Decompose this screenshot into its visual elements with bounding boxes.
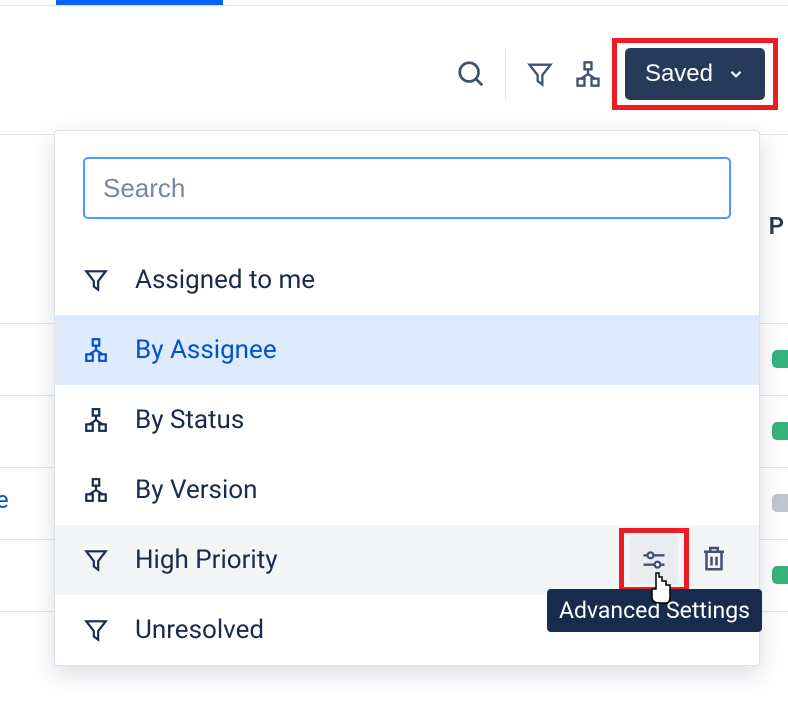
status-pill: [772, 566, 788, 584]
filter-item-high-priority[interactable]: High Priority Advanced Settings: [55, 525, 759, 595]
filter-item-by-status[interactable]: By Status: [55, 385, 759, 455]
filter-item-label: High Priority: [135, 545, 278, 575]
filter-item-assigned-to-me[interactable]: Assigned to me: [55, 245, 759, 315]
filter-item-label: By Status: [135, 405, 244, 435]
filter-list: Assigned to me By Assignee By Status By …: [55, 245, 759, 665]
partial-link[interactable]: le: [0, 486, 9, 514]
trash-icon: [699, 543, 729, 573]
diagram-icon[interactable]: [564, 50, 612, 98]
settings-button-highlight: Advanced Settings: [619, 528, 689, 592]
filter-item-label: Assigned to me: [135, 265, 315, 295]
filter-item-unresolved[interactable]: Unresolved: [55, 595, 759, 665]
filter-item-by-assignee[interactable]: By Assignee: [55, 315, 759, 385]
item-actions: Advanced Settings: [619, 528, 733, 592]
priority-column-header: P: [769, 212, 784, 240]
filter-icon: [83, 617, 123, 643]
status-pill: [772, 494, 788, 512]
filter-icon[interactable]: [516, 50, 564, 98]
saved-button[interactable]: Saved: [625, 48, 765, 100]
search-wrap: [55, 131, 759, 245]
filter-icon: [83, 547, 123, 573]
filter-item-label: By Version: [135, 475, 257, 505]
saved-filters-panel: Assigned to me By Assignee By Status By …: [54, 130, 760, 666]
toolbar: Saved: [447, 40, 778, 108]
toolbar-divider: [505, 49, 506, 99]
diagram-icon: [83, 477, 123, 503]
filter-item-by-version[interactable]: By Version: [55, 455, 759, 525]
diagram-icon: [83, 337, 123, 363]
filter-icon: [83, 267, 123, 293]
saved-button-label: Saved: [645, 60, 713, 88]
filter-item-label: Unresolved: [135, 615, 264, 645]
chevron-down-icon: [727, 65, 745, 83]
status-pill: [772, 422, 788, 440]
status-pill: [772, 350, 788, 368]
delete-button[interactable]: [699, 543, 733, 577]
sliders-icon: [640, 546, 668, 574]
search-icon[interactable]: [447, 50, 495, 98]
filter-item-label: By Assignee: [135, 335, 277, 365]
tab-underline: [0, 5, 788, 6]
diagram-icon: [83, 407, 123, 433]
advanced-settings-button[interactable]: [630, 536, 678, 584]
saved-button-highlight: Saved: [612, 38, 778, 110]
search-input[interactable]: [83, 157, 731, 219]
